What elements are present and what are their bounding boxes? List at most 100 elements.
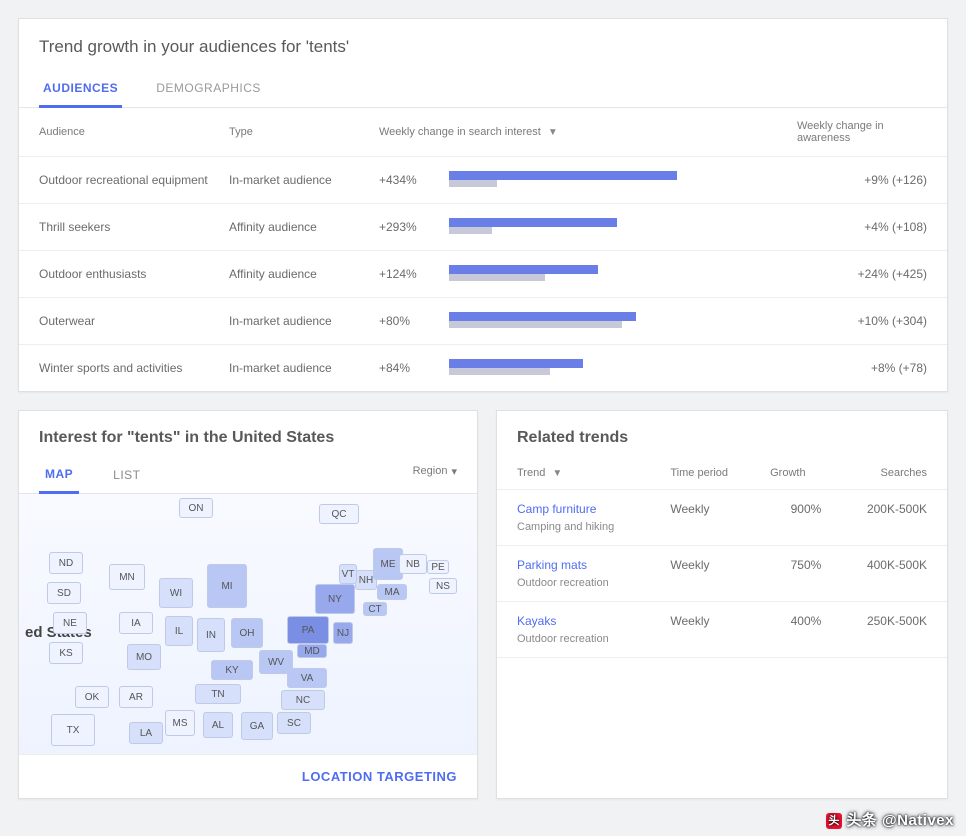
map-region[interactable]: NY [315,584,355,614]
table-row[interactable]: Camp furniture Camping and hiking Weekly90… [497,490,947,546]
header-searches[interactable]: Searches [831,457,947,490]
watermark: 头条 @Nativex [826,809,954,830]
map-region[interactable]: NJ [333,622,353,644]
map-region[interactable]: PE [427,560,449,574]
trend-link[interactable]: Kayaks [517,614,650,628]
awareness-value: +9% (+126) [787,157,947,204]
map-region[interactable]: GA [241,712,273,740]
map-region[interactable]: IA [119,612,153,634]
table-row[interactable]: Kayaks Outdoor recreation Weekly400%250K-5… [497,602,947,658]
header-type[interactable]: Type [219,108,369,157]
trend-category: Camping and hiking [517,521,614,533]
map-region[interactable]: OK [75,686,109,708]
trend-cell: Parking mats Outdoor recreation [497,546,660,602]
audiences-table: Audience Type Weekly change in search in… [19,108,947,391]
map-region[interactable]: AL [203,712,233,738]
map-tab-map[interactable]: MAP [39,457,79,494]
map-region[interactable]: AR [119,686,153,708]
map-region[interactable]: NC [281,690,325,710]
change-bar [439,204,787,251]
table-row[interactable]: Parking mats Outdoor recreation Weekly750%… [497,546,947,602]
map-region[interactable]: CT [363,602,387,616]
map-region[interactable]: MA [377,584,407,600]
related-title: Related trends [497,411,947,457]
location-targeting-button[interactable]: LOCATION TARGETING [19,754,477,798]
header-change-awareness[interactable]: Weekly change in awareness [787,108,947,157]
map-region[interactable]: SD [47,582,81,604]
map-region[interactable]: OH [231,618,263,648]
map-region[interactable]: SC [277,712,311,734]
map-region[interactable]: VA [287,668,327,688]
map-region[interactable]: IL [165,616,193,646]
sort-down-icon: ▼ [548,127,558,138]
map-region[interactable]: WI [159,578,193,608]
related-trends-panel: Related trends Trend ▼ Time period Growt… [496,410,948,799]
trend-link[interactable]: Camp furniture [517,502,650,516]
tab-demographics[interactable]: DEMOGRAPHICS [152,71,265,107]
trend-cell: Camp furniture Camping and hiking [497,490,660,546]
map-region[interactable]: IN [197,618,225,652]
header-change-interest[interactable]: Weekly change in search interest ▼ [369,108,787,157]
map-region[interactable]: KS [49,642,83,664]
map-region[interactable]: MN [109,564,145,590]
map-region[interactable]: LA [129,722,163,744]
header-period[interactable]: Time period [660,457,760,490]
map-region[interactable]: QC [319,504,359,524]
audience-name: Thrill seekers [19,204,219,251]
awareness-value: +10% (+304) [787,298,947,345]
chevron-down-icon: ▾ [451,465,457,478]
audience-name: Winter sports and activities [19,345,219,392]
awareness-value: +8% (+78) [787,345,947,392]
change-value: +80% [369,298,439,345]
region-dropdown[interactable]: Region ▾ [413,465,457,486]
map-region[interactable]: MI [207,564,247,608]
table-row[interactable]: Winter sports and activitiesIn-market au… [19,345,947,392]
map-region[interactable]: ON [179,498,213,518]
trend-category: Outdoor recreation [517,577,609,589]
header-growth[interactable]: Growth [760,457,831,490]
map-region[interactable]: MO [127,644,161,670]
trend-growth: 900% [760,490,831,546]
trend-period: Weekly [660,546,760,602]
change-value: +434% [369,157,439,204]
table-row[interactable]: Thrill seekersAffinity audience+293%+4% … [19,204,947,251]
audience-type: Affinity audience [219,251,369,298]
table-row[interactable]: Outdoor recreational equipmentIn-market … [19,157,947,204]
header-audience[interactable]: Audience [19,108,219,157]
trend-searches: 200K-500K [831,490,947,546]
header-trend[interactable]: Trend ▼ [497,457,660,490]
map-region[interactable]: VT [339,564,357,584]
trend-searches: 250K-500K [831,602,947,658]
map-region[interactable]: NB [399,554,427,574]
map-panel: Interest for "tents" in the United State… [18,410,478,799]
change-bar [439,157,787,204]
map-region[interactable]: KY [211,660,253,680]
awareness-value: +4% (+108) [787,204,947,251]
toutiao-logo-icon [826,813,842,829]
change-value: +293% [369,204,439,251]
map-region[interactable]: MS [165,710,195,736]
map-region[interactable]: NE [53,612,87,634]
tab-audiences[interactable]: AUDIENCES [39,71,122,108]
change-bar [439,251,787,298]
trend-period: Weekly [660,490,760,546]
audience-name: Outerwear [19,298,219,345]
map-region[interactable]: TN [195,684,241,704]
trend-period: Weekly [660,602,760,658]
map-area[interactable]: ed States ONQCNDMNSDNEKSOKTXWIIAILMOARLA… [19,494,477,754]
trend-growth: 750% [760,546,831,602]
trends-table: Trend ▼ Time period Growth Searches Camp… [497,457,947,658]
trend-category: Outdoor recreation [517,633,609,645]
audiences-tabs: AUDIENCES DEMOGRAPHICS [19,71,947,108]
map-region[interactable]: NS [429,578,457,594]
table-row[interactable]: Outdoor enthusiastsAffinity audience+124… [19,251,947,298]
table-row[interactable]: OuterwearIn-market audience+80%+10% (+30… [19,298,947,345]
map-tab-list[interactable]: LIST [107,458,146,492]
trend-link[interactable]: Parking mats [517,558,650,572]
map-region[interactable]: PA [287,616,329,644]
map-region[interactable]: MD [297,644,327,658]
map-region[interactable]: ND [49,552,83,574]
trend-growth: 400% [760,602,831,658]
map-region[interactable]: TX [51,714,95,746]
change-value: +84% [369,345,439,392]
